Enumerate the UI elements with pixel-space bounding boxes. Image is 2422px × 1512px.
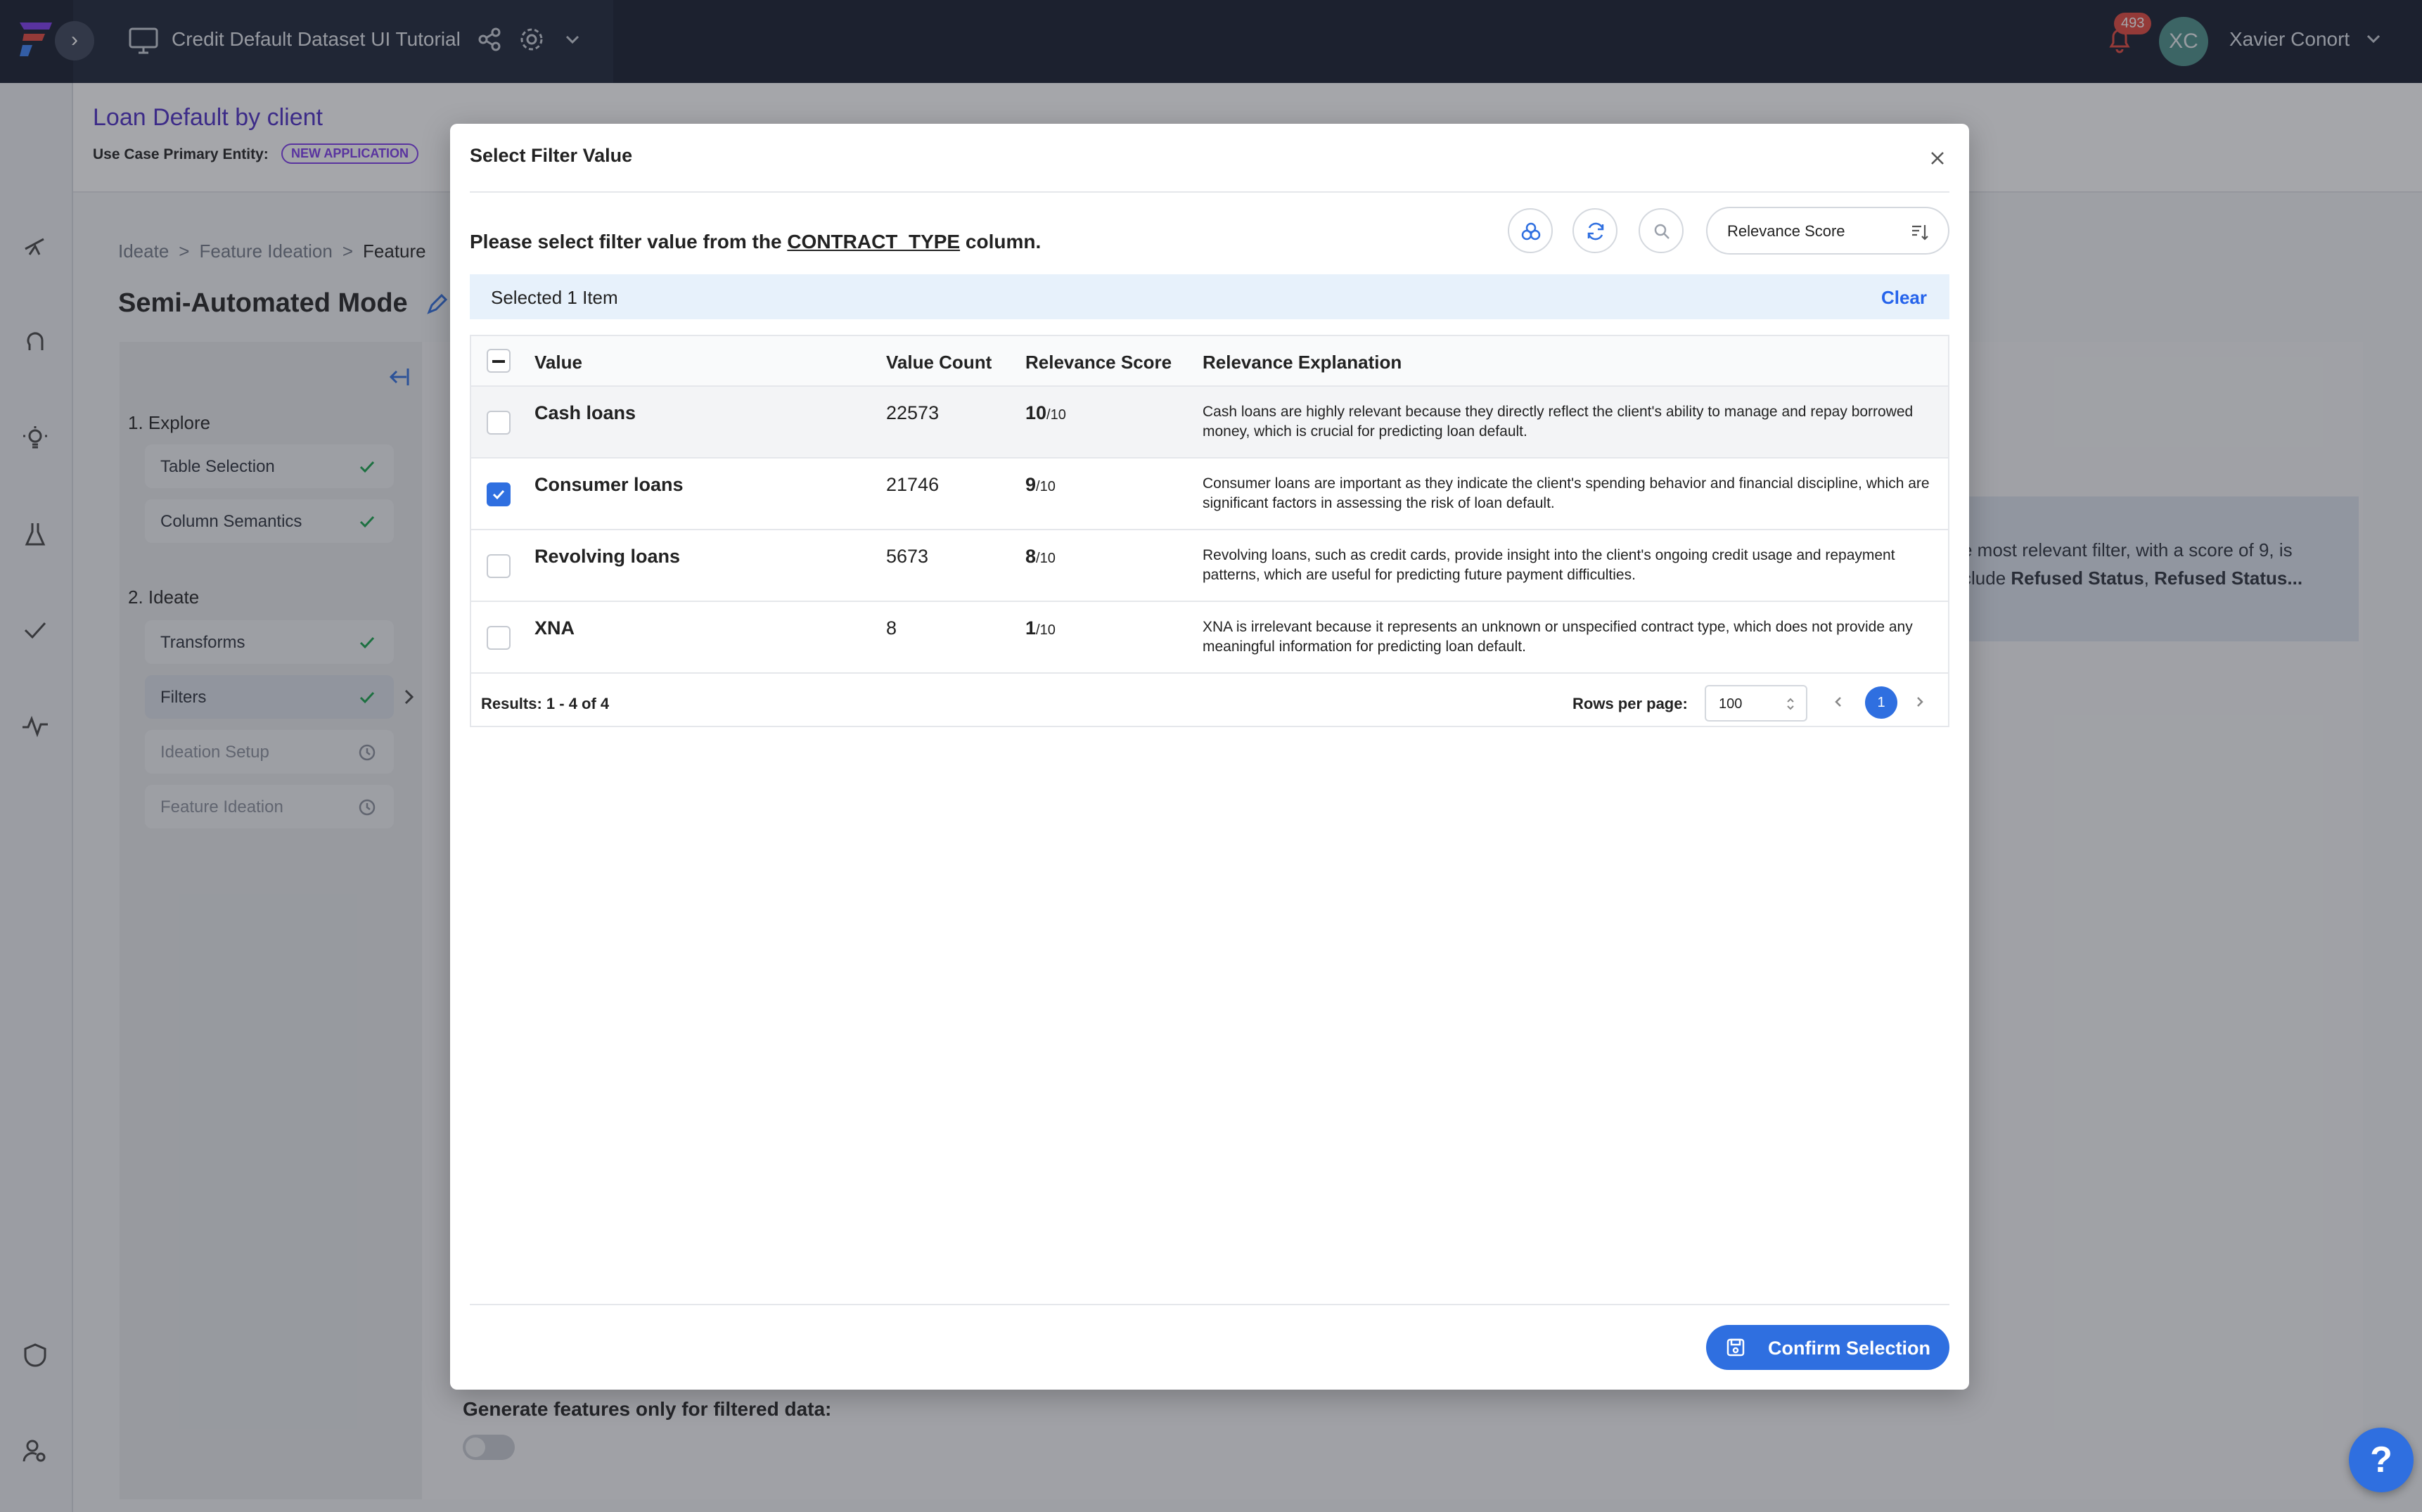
table-row[interactable]: Cash loans 22573 10/10 Cash loans are hi…: [471, 387, 1948, 459]
sort-icon: [1912, 225, 1928, 241]
row-score-denominator: /10: [1036, 551, 1056, 566]
column-header-relevance-score[interactable]: Relevance Score: [1025, 352, 1172, 373]
row-value: XNA: [534, 617, 575, 639]
row-count: 22573: [886, 402, 940, 423]
refresh-button[interactable]: [1572, 208, 1617, 253]
results-count: Results: 1 - 4 of 4: [481, 695, 610, 712]
divider: [470, 1304, 1949, 1305]
row-value: Consumer loans: [534, 474, 684, 495]
chevron-right-icon[interactable]: [1911, 693, 1928, 710]
row-score-number: 1: [1025, 617, 1037, 639]
row-score: 8/10: [1025, 546, 1056, 568]
dialog-title: Select Filter Value: [470, 145, 633, 166]
row-score: 9/10: [1025, 474, 1056, 496]
row-score-number: 9: [1025, 474, 1037, 495]
column-header-value[interactable]: Value: [534, 352, 582, 373]
filter-values-table: Value Value Count Relevance Score Releva…: [470, 335, 1949, 727]
selected-count-text: Selected 1 Item: [491, 287, 618, 308]
row-value: Revolving loans: [534, 546, 681, 567]
column-header-relevance-explanation[interactable]: Relevance Explanation: [1203, 352, 1402, 373]
pagination-page-current[interactable]: 1: [1865, 686, 1897, 719]
row-explanation: Cash loans are highly relevant because t…: [1203, 404, 1914, 440]
table-header: Value Value Count Relevance Score Releva…: [471, 336, 1948, 387]
row-value: Cash loans: [534, 402, 636, 423]
confirm-selection-label: Confirm Selection: [1768, 1338, 1931, 1359]
row-checkbox[interactable]: [487, 626, 511, 650]
row-checkbox[interactable]: [487, 482, 511, 506]
table-row[interactable]: Consumer loans 21746 9/10 Consumer loans…: [471, 459, 1948, 530]
help-button[interactable]: ?: [2349, 1428, 2414, 1492]
search-button[interactable]: [1639, 208, 1684, 253]
sort-by-value: Relevance Score: [1727, 222, 1845, 240]
rows-per-page-select[interactable]: 100: [1705, 685, 1807, 722]
row-count: 8: [886, 617, 897, 639]
row-count: 21746: [886, 474, 940, 495]
instruction-prefix: Please select filter value from the: [470, 231, 788, 252]
dialog-instruction: Please select filter value from the CONT…: [470, 231, 1041, 253]
row-score-denominator: /10: [1036, 479, 1056, 494]
rows-per-page-value: 100: [1719, 696, 1743, 712]
row-score-number: 10: [1025, 402, 1047, 423]
column-header-value-count[interactable]: Value Count: [886, 352, 992, 373]
row-score-number: 8: [1025, 546, 1037, 567]
row-count: 5673: [886, 546, 929, 567]
refresh-icon: [1587, 222, 1604, 241]
row-explanation: Revolving loans, such as credit cards, p…: [1203, 547, 1895, 583]
table-row[interactable]: XNA 8 1/10 XNA is irrelevant because it …: [471, 602, 1948, 674]
row-explanation: Consumer loans are important as they ind…: [1203, 475, 1930, 511]
search-icon: [1654, 224, 1670, 239]
sort-by-select[interactable]: Relevance Score: [1706, 207, 1949, 255]
table-row[interactable]: Revolving loans 5673 8/10 Revolving loan…: [471, 530, 1948, 602]
up-down-icon: [1787, 698, 1794, 710]
chevron-left-icon[interactable]: [1830, 693, 1847, 710]
row-explanation: XNA is irrelevant because it represents …: [1203, 619, 1913, 655]
confirm-selection-button[interactable]: Confirm Selection: [1706, 1325, 1949, 1370]
circles-icon: [1521, 222, 1541, 241]
save-icon: [1726, 1338, 1745, 1357]
checkmark-icon: [492, 489, 505, 500]
ai-suggest-button[interactable]: [1508, 208, 1553, 253]
divider: [470, 191, 1949, 193]
row-checkbox[interactable]: [487, 411, 511, 435]
row-checkbox[interactable]: [487, 554, 511, 578]
row-score: 1/10: [1025, 617, 1056, 639]
close-icon[interactable]: [1928, 149, 1947, 167]
select-filter-value-dialog: Select Filter Value Please select filter…: [450, 124, 1969, 1390]
select-all-checkbox[interactable]: [487, 349, 511, 373]
rows-per-page-label: Rows per page:: [1572, 695, 1688, 712]
selection-summary-bar: Selected 1 Item Clear: [470, 274, 1949, 319]
row-score-denominator: /10: [1046, 407, 1066, 423]
row-score-denominator: /10: [1036, 622, 1056, 638]
column-name-link[interactable]: CONTRACT_TYPE: [787, 231, 960, 252]
table-footer: Results: 1 - 4 of 4 Rows per page: 100 1: [471, 678, 1948, 726]
instruction-suffix: column.: [960, 231, 1042, 252]
row-score: 10/10: [1025, 402, 1066, 424]
clear-selection-button[interactable]: Clear: [1881, 287, 1927, 309]
